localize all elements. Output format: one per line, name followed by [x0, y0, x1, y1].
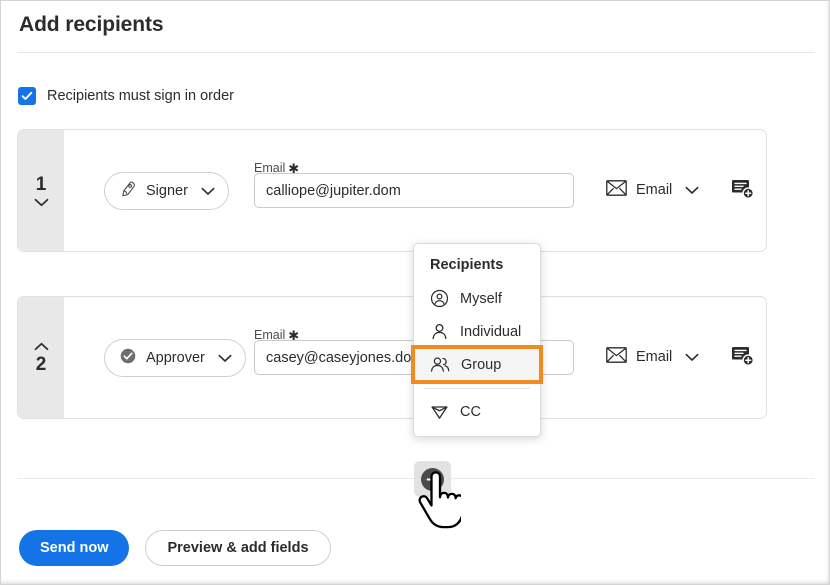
- envelope-icon: [606, 347, 627, 368]
- send-paper-plane-icon: [430, 402, 449, 421]
- menu-item-cc[interactable]: CC: [414, 395, 540, 428]
- menu-item-label: Individual: [460, 324, 521, 340]
- menu-item-label: CC: [460, 404, 481, 420]
- add-recipient-button[interactable]: [414, 461, 451, 497]
- checkmark-icon: [21, 90, 33, 102]
- footer-actions: Send now Preview & add fields: [19, 530, 331, 566]
- sign-order-label: Recipients must sign in order: [47, 88, 234, 104]
- title-divider: [17, 52, 815, 53]
- recipient-role-label: Approver: [146, 350, 205, 366]
- delivery-method-dropdown[interactable]: Email: [606, 173, 699, 207]
- signature-pen-icon: [119, 180, 137, 203]
- user-circle-icon: [430, 289, 449, 308]
- add-private-message-icon[interactable]: [729, 342, 757, 370]
- recipient-role-dropdown[interactable]: Signer: [104, 172, 229, 210]
- chevron-down-icon[interactable]: [34, 198, 49, 207]
- user-group-icon: [430, 355, 450, 374]
- menu-item-myself[interactable]: Myself: [414, 282, 540, 315]
- sign-order-checkbox[interactable]: [18, 87, 36, 105]
- recipient-role-label: Signer: [146, 183, 188, 199]
- delivery-method-label: Email: [636, 349, 672, 365]
- chevron-down-icon: [218, 354, 232, 363]
- chevron-down-icon: [685, 186, 699, 195]
- page-title: Add recipients: [19, 13, 163, 37]
- recipient-order-column: 1: [18, 130, 64, 251]
- send-now-button[interactable]: Send now: [19, 530, 129, 566]
- email-input[interactable]: [254, 173, 574, 208]
- menu-item-individual[interactable]: Individual: [414, 315, 540, 348]
- user-icon: [430, 322, 449, 341]
- recipient-row: 1 Signer Email✱: [17, 129, 767, 252]
- add-private-message-icon[interactable]: [729, 175, 757, 203]
- chevron-down-icon: [201, 187, 215, 196]
- recipient-row: 2 Approver Email✱: [17, 296, 767, 419]
- envelope-icon: [606, 180, 627, 201]
- menu-item-label: Myself: [460, 291, 502, 307]
- plus-icon: [421, 468, 444, 491]
- delivery-method-dropdown[interactable]: Email: [606, 340, 699, 374]
- menu-item-group[interactable]: Group: [414, 348, 540, 381]
- chevron-down-icon: [685, 353, 699, 362]
- check-circle-icon: [119, 347, 137, 370]
- delivery-method-label: Email: [636, 182, 672, 198]
- recipient-order-number: 2: [36, 355, 47, 374]
- chevron-up-icon[interactable]: [34, 342, 49, 351]
- sign-order-row[interactable]: Recipients must sign in order: [18, 87, 234, 105]
- recipient-order-column: 2: [18, 297, 64, 418]
- add-recipients-dialog: Add recipients Recipients must sign in o…: [0, 0, 830, 585]
- recipient-role-dropdown[interactable]: Approver: [104, 339, 246, 377]
- menu-header: Recipients: [414, 253, 540, 282]
- recipient-order-number: 1: [36, 175, 47, 194]
- menu-divider: [424, 388, 530, 389]
- preview-add-fields-button[interactable]: Preview & add fields: [145, 530, 330, 566]
- menu-item-label: Group: [461, 357, 501, 373]
- recipient-type-menu: Recipients Myself Individual: [413, 243, 541, 437]
